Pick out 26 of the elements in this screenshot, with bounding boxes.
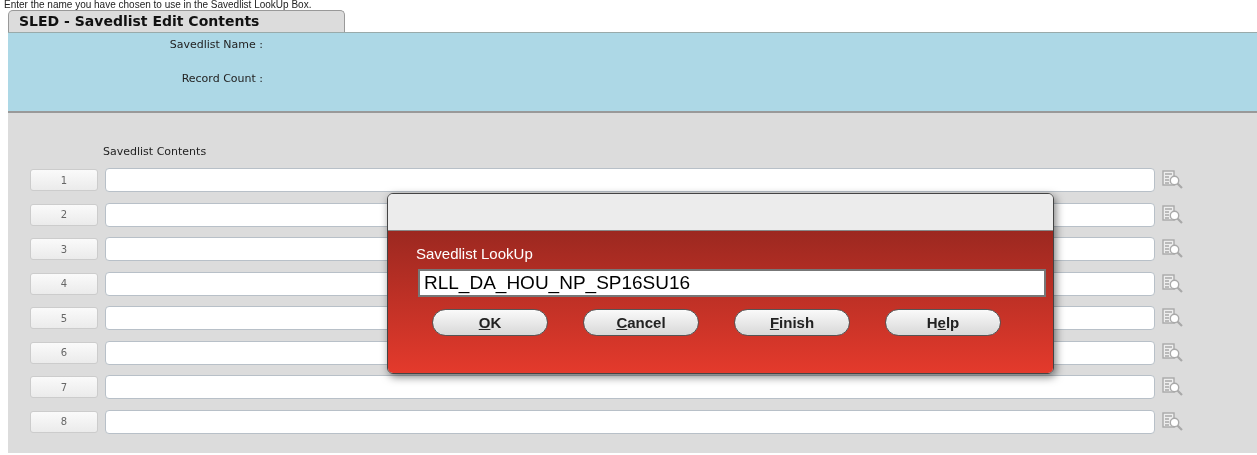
row-number-button[interactable]: 3 [30, 238, 98, 261]
row-number-button[interactable]: 6 [30, 341, 98, 364]
dialog-button[interactable]: Cancel [583, 309, 699, 336]
dialog-button[interactable]: OK [432, 309, 548, 336]
dialog-button[interactable]: Help [885, 309, 1001, 336]
row-number-button[interactable]: 5 [30, 307, 98, 330]
field-label: Record Count : [180, 71, 263, 87]
instruction-text: Enter the name you have chosen to use in the Savedlist LookUp Box. [3, 0, 313, 10]
content-field[interactable] [105, 409, 1155, 434]
tab[interactable]: SLED - Savedlist Edit Contents [8, 10, 345, 32]
lookup-icon[interactable] [1162, 272, 1184, 295]
dialog-label: Savedlist LookUp [416, 245, 533, 264]
row-number-button[interactable]: 8 [30, 410, 98, 433]
content-field[interactable] [105, 375, 1155, 400]
row-number-button[interactable]: 2 [30, 203, 98, 226]
row-number-button[interactable]: 7 [30, 376, 98, 399]
lookup-icon[interactable] [1162, 341, 1184, 364]
lookup-input[interactable]: RLL_DA_HOU_NP_SP16SU16 [418, 269, 1046, 297]
section-label: Savedlist Contents [103, 145, 207, 160]
lookup-icon[interactable] [1162, 203, 1184, 226]
content-field[interactable] [105, 168, 1155, 193]
field-label: Savedlist Name : [168, 37, 263, 53]
dialog-button[interactable]: Finish [734, 309, 850, 336]
row-number-button[interactable]: 4 [30, 272, 98, 295]
lookup-icon[interactable] [1162, 410, 1184, 433]
row-number-button[interactable]: 1 [30, 169, 98, 192]
